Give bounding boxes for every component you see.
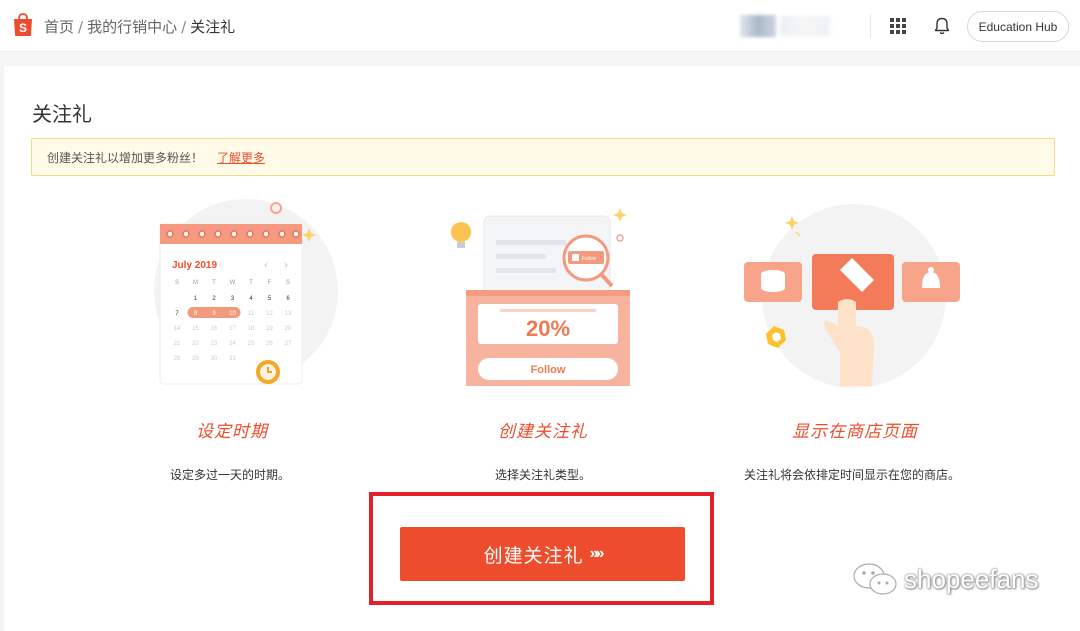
shopee-logo-icon[interactable]: S <box>12 13 34 37</box>
breadcrumb-separator: / <box>181 17 187 36</box>
voucher-percent-label: 20% <box>526 316 570 341</box>
calendar-day: 11 <box>248 311 255 317</box>
breadcrumb-current: 关注礼 <box>190 18 236 36</box>
svg-text:›: › <box>284 260 288 271</box>
wechat-icon <box>853 563 897 595</box>
blurred-account-avatar[interactable] <box>740 15 776 37</box>
calendar-day: 30 <box>211 356 218 362</box>
calendar-day: 23 <box>211 341 218 347</box>
step-3-title: 显示在商店页面 <box>792 422 918 442</box>
calendar-day: 31 <box>229 356 236 362</box>
header-divider <box>870 14 871 38</box>
notice-banner: 创建关注礼以增加更多粉丝！ 了解更多 <box>31 138 1055 176</box>
calendar-day: 27 <box>285 341 292 347</box>
calendar-day: 17 <box>229 326 236 332</box>
svg-text:‹: ‹ <box>264 260 268 271</box>
breadcrumb-home[interactable]: 首页 <box>44 16 74 37</box>
apps-grid-icon[interactable] <box>890 18 906 34</box>
calendar-day: 22 <box>192 341 199 347</box>
calendar-day: 12 <box>266 311 273 317</box>
voucher-follow-label: Follow <box>531 364 566 376</box>
svg-text:S: S <box>19 21 27 35</box>
calendar-day: 28 <box>174 356 181 362</box>
calendar-day: 13 <box>285 311 292 317</box>
create-button-label: 创建关注礼 <box>483 545 584 567</box>
calendar-illustration: July 2019 ‹ › S M T W T F S1 2 3 4 5 67 8 9 10 11 12 1314… <box>154 199 338 385</box>
double-chevron-right-icon: »» <box>589 545 605 562</box>
calendar-weekday: W <box>230 280 236 286</box>
step-2-title: 创建关注礼 <box>498 422 588 442</box>
step-1-title: 设定时期 <box>196 422 268 442</box>
learn-more-link[interactable]: 了解更多 <box>217 149 265 166</box>
breadcrumb-marketing-center[interactable]: 我的行销中心 <box>87 16 177 37</box>
notification-bell-icon[interactable] <box>934 17 950 35</box>
step-3-desc: 关注礼将会依排定时间显示在您的商店。 <box>743 468 960 482</box>
calendar-weekday: S <box>286 280 290 286</box>
calendar-day: 20 <box>285 326 292 332</box>
breadcrumb: 首页 / 我的行销中心 / 关注礼 <box>44 16 235 37</box>
calendar-day: 10 <box>229 311 236 317</box>
calendar-weekday: M <box>193 280 198 286</box>
step-1-desc: 设定多过一天的时期。 <box>169 468 290 482</box>
page-title: 关注礼 <box>32 102 92 126</box>
calendar-day: 14 <box>174 326 181 332</box>
calendar-day: 18 <box>248 326 255 332</box>
calendar-month-label: July 2019 <box>172 260 217 271</box>
step-2-desc: 选择关注礼类型。 <box>494 468 591 482</box>
blurred-account-name[interactable] <box>780 16 830 36</box>
calendar-weekday: F <box>268 280 272 286</box>
voucher-tag-label: Follow <box>582 256 597 262</box>
calendar-weekday: T <box>212 280 216 286</box>
breadcrumb-separator: / <box>78 17 84 36</box>
calendar-day: 15 <box>192 326 199 332</box>
top-bar: S 首页 / 我的行销中心 / 关注礼 Education Hub <box>0 0 1080 52</box>
notice-text: 创建关注礼以增加更多粉丝！ <box>47 150 204 165</box>
calendar-day: 19 <box>266 326 273 332</box>
watermark: shopeefans <box>852 562 1038 596</box>
calendar-day: 24 <box>229 341 236 347</box>
education-hub-button[interactable]: Education Hub <box>967 11 1069 42</box>
calendar-day: 21 <box>174 341 181 347</box>
shop-display-illustration <box>744 204 960 388</box>
calendar-day: 25 <box>248 341 255 347</box>
calendar-day: 16 <box>211 326 218 332</box>
calendar-weekday: S <box>175 280 179 286</box>
watermark-text: shopeefans <box>904 563 1039 594</box>
calendar-weekday: T <box>249 280 253 286</box>
calendar-day: 26 <box>266 341 273 347</box>
voucher-illustration: Follow 20% Follow <box>451 208 630 386</box>
create-follow-prize-button[interactable]: 创建关注礼 »» <box>400 527 685 581</box>
calendar-day: 29 <box>192 356 199 362</box>
